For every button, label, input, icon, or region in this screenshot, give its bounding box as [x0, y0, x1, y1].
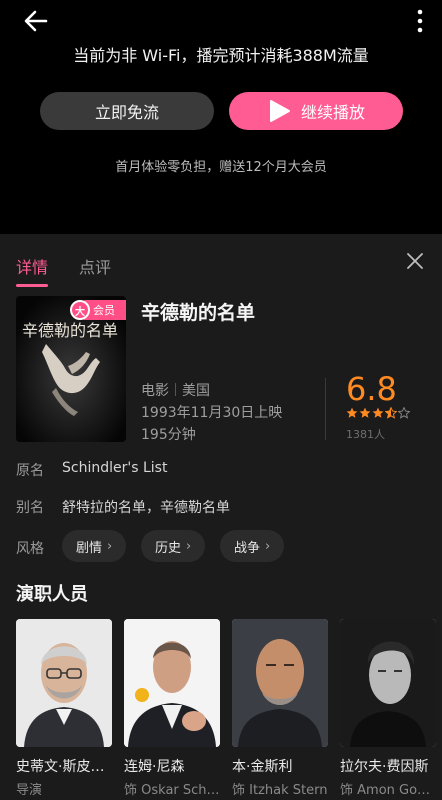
cast-role: 饰 Oskar Schindler: [124, 783, 220, 798]
cast-card[interactable]: 拉尔夫·费因斯 饰 Amon Goeth: [340, 619, 436, 798]
more-options-icon[interactable]: [414, 8, 426, 34]
tab-reviews[interactable]: 点评: [79, 254, 111, 278]
genre-tag-history[interactable]: 历史 ›: [141, 530, 206, 562]
movie-type-region: 电影 美国: [141, 380, 210, 400]
alias-value: 舒特拉的名单，辛德勒名单: [62, 500, 230, 516]
video-player[interactable]: 当前为非 Wi-Fi，播完预计消耗388M流量 立即免流 继续播放 首月体验零负…: [0, 0, 442, 234]
star-full-icon: [359, 407, 371, 418]
chevron-right-icon: ›: [265, 538, 271, 554]
back-arrow-icon[interactable]: [22, 7, 50, 35]
cast-photo: [16, 619, 112, 747]
star-full-icon: [346, 407, 358, 418]
cast-card[interactable]: 连姆·尼森 饰 Oskar Schindler: [124, 619, 220, 798]
star-rating: [346, 407, 411, 419]
cast-role: 导演: [16, 783, 43, 798]
genre-tag-drama[interactable]: 剧情 ›: [62, 530, 127, 562]
cast-name: 史蒂文·斯皮尔伯格: [16, 759, 112, 775]
cast-section-title: 演职人员: [16, 584, 88, 605]
cast-photo: [340, 619, 436, 747]
genre-tag-label: 剧情: [76, 540, 103, 556]
cast-name: 连姆·尼森: [124, 759, 185, 775]
cast-photo: [124, 619, 220, 747]
genre-tag-war[interactable]: 战争 ›: [220, 530, 285, 562]
original-name-label: 原名: [16, 463, 44, 479]
cast-name: 拉尔夫·费因斯: [340, 759, 429, 775]
person-photo-icon: [124, 619, 220, 747]
alias-label: 别名: [16, 500, 44, 516]
person-photo-icon: [16, 619, 112, 747]
active-tab-indicator: [16, 284, 48, 287]
star-full-icon: [372, 407, 384, 418]
details-panel: 详情 点评 辛德勒的名单 大 会员 辛德勒的名单 电影美国 1993年11月3: [0, 234, 442, 800]
tab-details[interactable]: 详情: [16, 254, 48, 278]
cast-photo: [232, 619, 328, 747]
person-photo-icon: [232, 619, 328, 747]
movie-region: 美国: [182, 383, 210, 399]
chevron-right-icon: ›: [186, 538, 192, 554]
cast-role: 饰 Amon Goeth: [340, 783, 436, 798]
poster-title-text: 辛德勒的名单: [22, 321, 118, 340]
cast-role: 饰 Itzhak Stern: [232, 783, 328, 798]
cast-card[interactable]: 本·金斯利 饰 Itzhak Stern: [232, 619, 328, 798]
star-empty-icon: [398, 407, 410, 419]
divider: [325, 378, 326, 440]
star-half-icon: [385, 407, 397, 419]
person-photo-icon: [340, 619, 436, 747]
divider: [175, 383, 176, 396]
movie-type: 电影: [141, 383, 169, 399]
rating-count: 1381人: [346, 428, 385, 441]
chevron-right-icon: ›: [107, 538, 113, 554]
data-usage-notice: 当前为非 Wi-Fi，播完预计消耗388M流量: [73, 46, 369, 65]
vip-badge: 大 会员: [70, 300, 126, 320]
vip-badge-label: 会员: [93, 304, 115, 317]
original-name-value: Schindler's List: [62, 460, 168, 476]
vip-crown-icon: 大: [70, 300, 90, 320]
vip-promo-text: 首月体验零负担，赠送12个月大会员: [115, 160, 327, 175]
continue-play-button[interactable]: 继续播放: [229, 92, 403, 130]
genre-tag-label: 战争: [234, 540, 261, 556]
free-data-button[interactable]: 立即免流: [40, 92, 214, 130]
genre-label: 风格: [16, 541, 44, 557]
cast-name: 本·金斯利: [232, 759, 293, 775]
cast-card[interactable]: 史蒂文·斯皮尔伯格 导演: [16, 619, 112, 798]
genre-tag-label: 历史: [155, 540, 182, 556]
movie-poster[interactable]: 辛德勒的名单 大 会员: [16, 296, 126, 442]
release-date: 1993年11月30日上映: [141, 405, 283, 421]
rating-score: 6.8: [346, 370, 397, 408]
duration: 195分钟: [141, 427, 196, 443]
movie-title: 辛德勒的名单: [141, 302, 256, 324]
close-icon[interactable]: [406, 252, 424, 270]
continue-play-label: 继续播放: [300, 103, 365, 122]
play-icon: [269, 100, 290, 122]
